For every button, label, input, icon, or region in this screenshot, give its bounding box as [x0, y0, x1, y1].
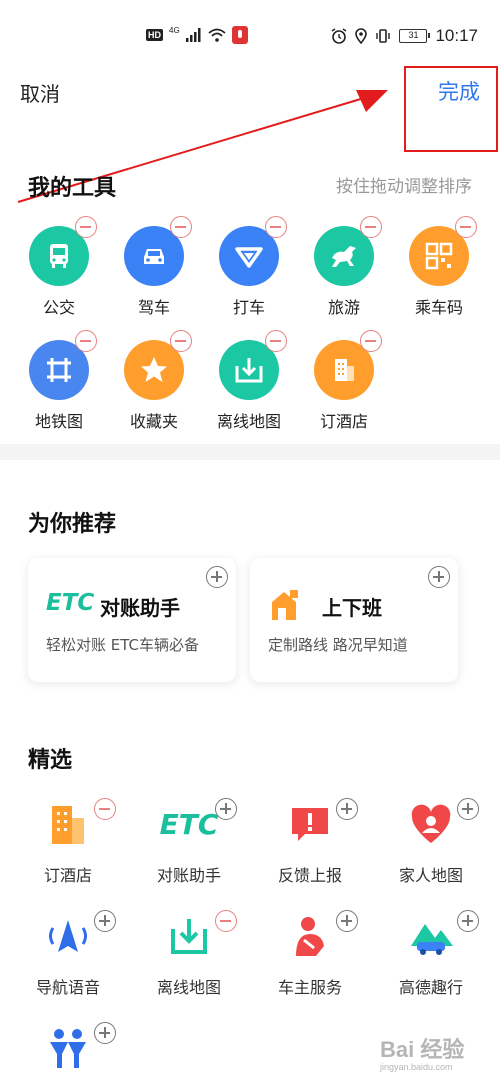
remove-tool-icon[interactable] — [265, 216, 287, 238]
add-item-icon[interactable] — [457, 910, 479, 932]
driver-service-icon — [282, 908, 338, 964]
add-item-icon[interactable] — [457, 798, 479, 820]
tool-label: 地铁图 — [34, 412, 83, 431]
etc-icon: ETC — [159, 796, 219, 852]
selected-item-family-map[interactable]: 家人地图 — [371, 796, 491, 886]
alarm-icon — [332, 28, 347, 44]
status-bar: HD 4G 31 10:17 — [0, 0, 500, 70]
feedback-icon — [282, 796, 338, 852]
card-description: 定制路线 路况早知道 — [268, 636, 408, 654]
tool-taxi[interactable]: 打车 — [201, 216, 297, 318]
remove-tool-icon[interactable] — [360, 330, 382, 352]
battery-indicator: 31 — [399, 29, 431, 43]
add-item-icon[interactable] — [215, 798, 237, 820]
tool-label: 公交 — [42, 298, 75, 317]
hd-badge: HD — [146, 29, 163, 41]
selected-item-fun-travel[interactable]: 高德趣行 — [371, 908, 491, 998]
etc-logo-text: ETC — [159, 807, 219, 841]
tool-label: 驾车 — [137, 298, 170, 317]
remove-tool-icon[interactable] — [75, 216, 97, 238]
selected-item-driver-service[interactable]: 车主服务 — [250, 908, 370, 998]
selected-item-feedback[interactable]: 反馈上报 — [250, 796, 370, 886]
annotation-highlight-box — [404, 66, 498, 152]
remove-tool-icon[interactable] — [265, 330, 287, 352]
item-label: 高德趣行 — [398, 978, 463, 997]
watermark-url: jingyan.baidu.com — [380, 1062, 453, 1072]
recommend-title: 为你推荐 — [28, 512, 117, 537]
remove-item-icon[interactable] — [215, 910, 237, 932]
hotel-icon — [40, 796, 96, 852]
section-divider — [0, 444, 500, 460]
tool-label: 乘车码 — [414, 298, 463, 317]
remove-tool-icon[interactable] — [75, 330, 97, 352]
my-tools-title: 我的工具 — [28, 176, 117, 201]
tool-label: 订酒店 — [319, 412, 368, 431]
card-commute[interactable]: 上下班 定制路线 路况早知道 — [250, 558, 458, 682]
tool-bus[interactable]: 公交 — [11, 216, 107, 318]
item-label: 对账助手 — [156, 866, 221, 885]
tool-label: 旅游 — [327, 298, 360, 317]
commute-house-icon — [272, 590, 298, 620]
item-label: 导航语音 — [35, 978, 100, 997]
add-item-icon[interactable] — [94, 910, 116, 932]
remove-tool-icon[interactable] — [360, 216, 382, 238]
item-label: 离线地图 — [156, 978, 221, 997]
download-icon — [161, 908, 217, 964]
navigation-voice-icon — [40, 908, 96, 964]
tool-ride-code[interactable]: 乘车码 — [391, 216, 487, 318]
item-label: 反馈上报 — [277, 866, 342, 885]
item-label: 订酒店 — [43, 866, 92, 885]
selected-item-statement-assistant[interactable]: ETC 对账助手 — [129, 796, 249, 886]
tool-car[interactable]: 驾车 — [106, 216, 202, 318]
tool-favorites[interactable]: 收藏夹 — [106, 330, 202, 432]
tool-travel[interactable]: 旅游 — [296, 216, 392, 318]
family-map-icon — [403, 796, 459, 852]
vibrate-icon — [376, 29, 391, 43]
remove-tool-icon[interactable] — [170, 330, 192, 352]
selected-item-hotel[interactable]: 订酒店 — [8, 796, 128, 886]
wifi-icon — [208, 28, 226, 42]
add-item-icon[interactable] — [336, 798, 358, 820]
status-right: 31 10:17 — [331, 26, 478, 46]
card-title: 对账助手 — [100, 596, 180, 620]
selected-item-team[interactable]: 组队 — [8, 1020, 128, 1084]
remove-tool-icon[interactable] — [455, 216, 477, 238]
tool-subway-map[interactable]: 地铁图 — [11, 330, 107, 432]
tool-label: 收藏夹 — [129, 412, 178, 431]
location-icon — [355, 28, 368, 44]
watermark-brand: Bai 经验 — [380, 1037, 465, 1062]
add-item-icon[interactable] — [94, 1022, 116, 1044]
microphone-icon — [231, 26, 248, 44]
network-type: 4G — [169, 25, 180, 35]
remove-tool-icon[interactable] — [170, 216, 192, 238]
card-statement-assistant[interactable]: ETC 对账助手 轻松对账 ETC车辆必备 — [28, 558, 236, 682]
tool-label: 离线地图 — [216, 412, 281, 431]
fun-travel-icon — [403, 908, 459, 964]
selected-item-navigation-voice[interactable]: 导航语音 — [8, 908, 128, 998]
remove-item-icon[interactable] — [94, 798, 116, 820]
watermark: Bai 经验 jingyan.baidu.com — [380, 1032, 464, 1072]
tool-label: 打车 — [232, 298, 265, 317]
status-left: HD 4G — [146, 26, 248, 44]
signal-icon — [185, 28, 201, 42]
drag-hint: 按住拖动调整排序 — [336, 177, 472, 197]
tool-hotel[interactable]: 订酒店 — [296, 330, 392, 432]
selected-item-offline-map[interactable]: 离线地图 — [129, 908, 249, 998]
etc-logo-icon: ETC — [46, 590, 95, 616]
team-icon — [40, 1020, 96, 1076]
clock: 10:17 — [435, 26, 478, 45]
item-label: 车主服务 — [277, 978, 342, 997]
add-item-icon[interactable] — [336, 910, 358, 932]
card-title: 上下班 — [322, 596, 382, 620]
selected-title: 精选 — [28, 748, 73, 773]
add-card-icon[interactable] — [428, 566, 450, 588]
item-label: 家人地图 — [398, 866, 463, 885]
tool-offline-map[interactable]: 离线地图 — [201, 330, 297, 432]
card-description: 轻松对账 ETC车辆必备 — [46, 636, 200, 654]
add-card-icon[interactable] — [206, 566, 228, 588]
